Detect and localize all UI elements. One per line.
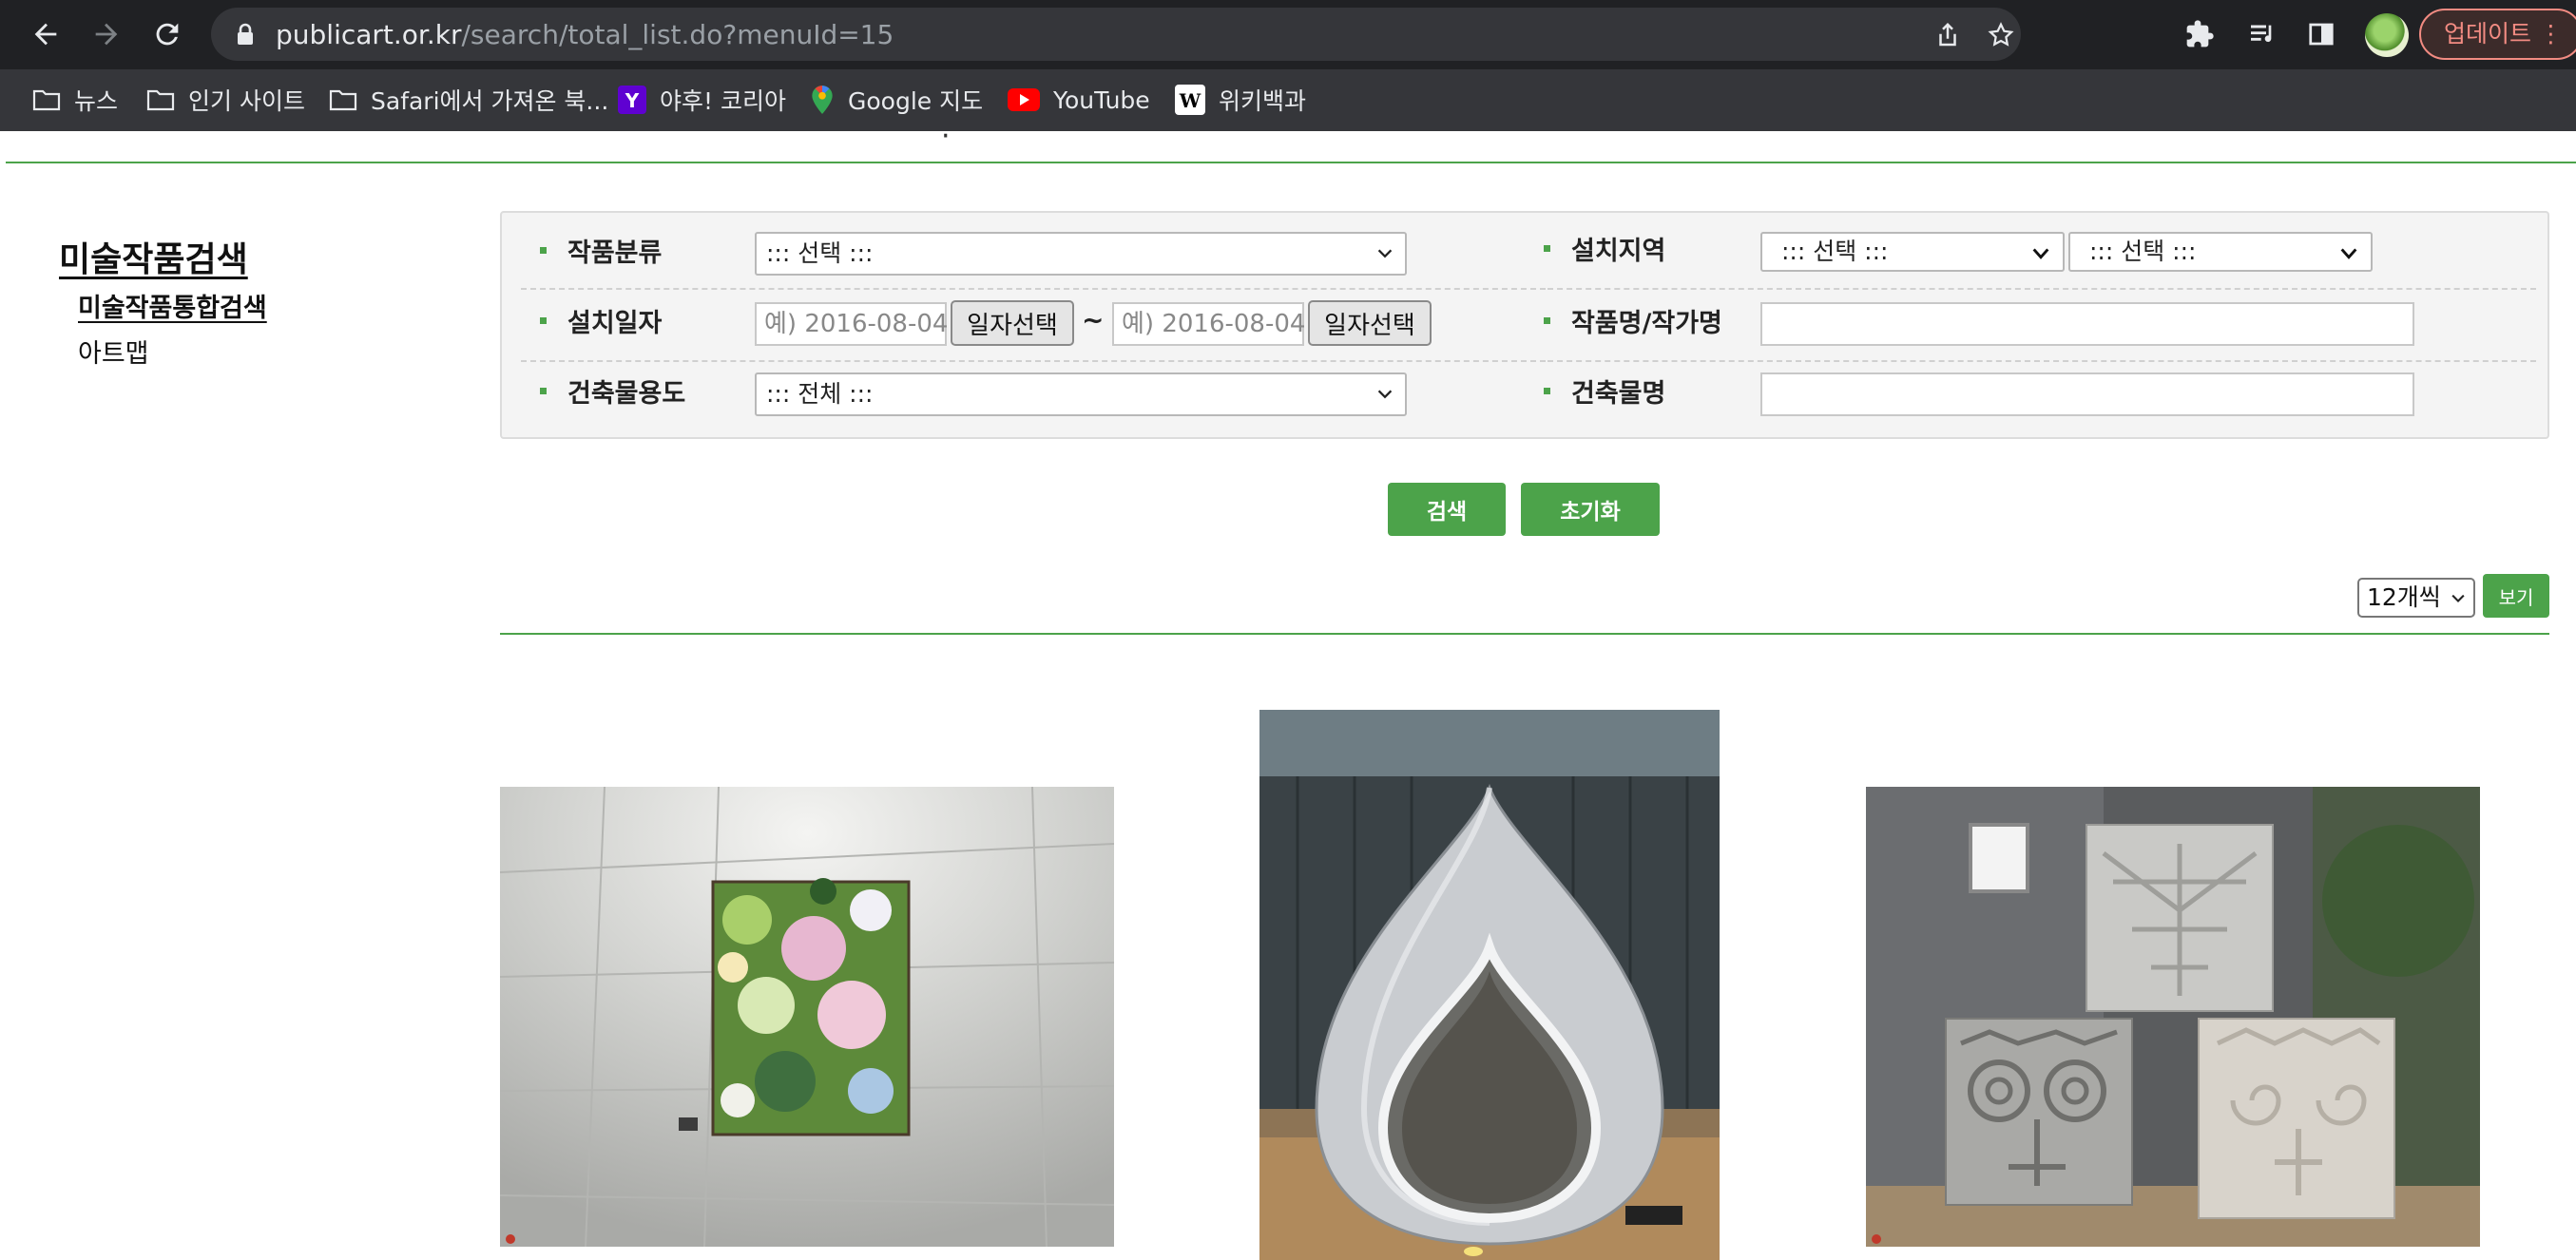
artwork-image <box>1259 710 1720 1260</box>
folder-icon <box>32 88 61 111</box>
reset-button[interactable]: 초기화 <box>1521 483 1660 536</box>
url-text: publicart.or.kr/search/total_list.do?men… <box>276 19 894 50</box>
forward-button[interactable] <box>86 13 127 55</box>
artwork-thumbnail-stone-relief[interactable] <box>1866 787 2480 1247</box>
per-page-select[interactable]: 12개씩 <box>2357 578 2475 618</box>
browser-toolbar: publicart.or.kr/search/total_list.do?men… <box>0 0 2576 69</box>
back-arrow-icon <box>34 23 57 46</box>
svg-text:Y: Y <box>625 89 640 112</box>
watermark-logo <box>506 1234 515 1244</box>
clipped-notice-text: · <box>941 120 952 153</box>
artwork-thumbnail-painting[interactable] <box>500 787 1114 1247</box>
bookmark-item[interactable]: Google 지도 <box>810 79 983 121</box>
profile-avatar[interactable] <box>2365 13 2409 57</box>
category-select[interactable]: ::: 선택 ::: <box>755 232 1407 276</box>
bookmark-item[interactable]: Y 야후! 코리아 <box>618 79 786 121</box>
install-date-label: 설치일자 <box>540 302 662 339</box>
sidebar-title: 미술작품검색 <box>59 240 248 279</box>
artwork-thumbnail-sculpture[interactable] <box>1259 710 1720 1260</box>
bullet-icon <box>1544 245 1550 252</box>
date-from-pick-button[interactable]: 일자선택 <box>951 300 1074 346</box>
folder-icon <box>146 88 175 111</box>
building-name-input[interactable] <box>1760 372 2414 416</box>
sidebar-item-integrated-search[interactable]: 미술작품통합검색 <box>78 287 267 324</box>
bookmark-star-icon[interactable] <box>1987 21 2015 49</box>
chevron-down-icon <box>2032 248 2049 259</box>
svg-text:W: W <box>1179 89 1201 112</box>
chevron-down-icon <box>2451 594 2465 602</box>
extensions-icon[interactable] <box>2182 17 2217 51</box>
reload-icon <box>156 23 179 46</box>
divider <box>521 360 1546 362</box>
reload-button[interactable] <box>146 13 188 55</box>
divider <box>500 633 2549 635</box>
date-from-input[interactable]: 예) 2016-08-04 <box>755 302 948 346</box>
search-form: 작품분류 ::: 선택 ::: 설치지역 ::: 선택 ::: ::: 선택 :… <box>500 211 2549 439</box>
title-artist-label: 작품명/작가명 <box>1544 302 1722 339</box>
date-to-pick-button[interactable]: 일자선택 <box>1308 300 1432 346</box>
bullet-icon <box>540 317 547 324</box>
bookmark-item[interactable]: 인기 사이트 <box>146 79 305 121</box>
chevron-down-icon <box>2340 248 2357 259</box>
folder-icon <box>329 88 357 111</box>
bookmark-item[interactable]: 뉴스 <box>32 79 118 121</box>
search-button[interactable]: 검색 <box>1388 483 1506 536</box>
artwork-image <box>1866 787 2480 1247</box>
date-range-separator: ~ <box>1082 304 1105 335</box>
building-usage-label: 건축물용도 <box>540 372 685 410</box>
artwork-image <box>500 787 1114 1247</box>
forward-arrow-icon <box>95 23 118 46</box>
side-panel-icon[interactable] <box>2304 17 2338 51</box>
bullet-icon <box>540 247 547 254</box>
update-button[interactable]: 업데이트 ⋮ <box>2419 9 2576 60</box>
youtube-icon <box>1008 88 1040 111</box>
page-content: · 미술작품검색 미술작품통합검색 아트맵 작품분류 ::: 선택 ::: 설치… <box>0 120 2576 1260</box>
share-icon[interactable] <box>1933 21 1962 49</box>
region-select-1[interactable]: ::: 선택 ::: <box>1760 232 2065 272</box>
building-name-label: 건축물명 <box>1544 372 1665 410</box>
google-maps-icon <box>810 85 835 115</box>
wikipedia-icon: W <box>1175 85 1205 115</box>
divider <box>521 288 1546 290</box>
divider <box>1548 360 2536 362</box>
bullet-icon <box>1544 317 1550 324</box>
bullet-icon <box>540 388 547 394</box>
back-button[interactable] <box>25 13 67 55</box>
watermark-logo <box>1872 1234 1881 1244</box>
divider <box>1548 288 2536 290</box>
region-label: 설치지역 <box>1544 230 1665 267</box>
media-control-icon[interactable] <box>2245 17 2279 51</box>
address-bar[interactable]: publicart.or.kr/search/total_list.do?men… <box>211 8 2021 61</box>
bookmarks-bar: 뉴스 인기 사이트 Safari에서 가져온 북... Y 야후! 코리아 Go… <box>0 69 2576 131</box>
bookmark-item[interactable]: Safari에서 가져온 북... <box>329 79 608 121</box>
bookmark-item[interactable]: W 위키백과 <box>1175 79 1306 121</box>
chevron-down-icon <box>1377 390 1393 399</box>
sidebar-item-artmap[interactable]: 아트맵 <box>78 333 149 370</box>
divider <box>6 162 2576 163</box>
building-usage-select[interactable]: ::: 전체 ::: <box>755 372 1407 416</box>
lock-icon <box>238 23 253 45</box>
date-to-input[interactable]: 예) 2016-08-04 <box>1112 302 1305 346</box>
chevron-down-icon <box>1377 249 1393 258</box>
region-select-2[interactable]: ::: 선택 ::: <box>2068 232 2373 272</box>
bookmark-item[interactable]: YouTube <box>1008 79 1150 121</box>
category-label: 작품분류 <box>540 232 662 269</box>
yahoo-icon: Y <box>618 86 646 114</box>
view-button[interactable]: 보기 <box>2483 574 2549 618</box>
title-artist-input[interactable] <box>1760 302 2414 346</box>
bullet-icon <box>1544 388 1550 394</box>
